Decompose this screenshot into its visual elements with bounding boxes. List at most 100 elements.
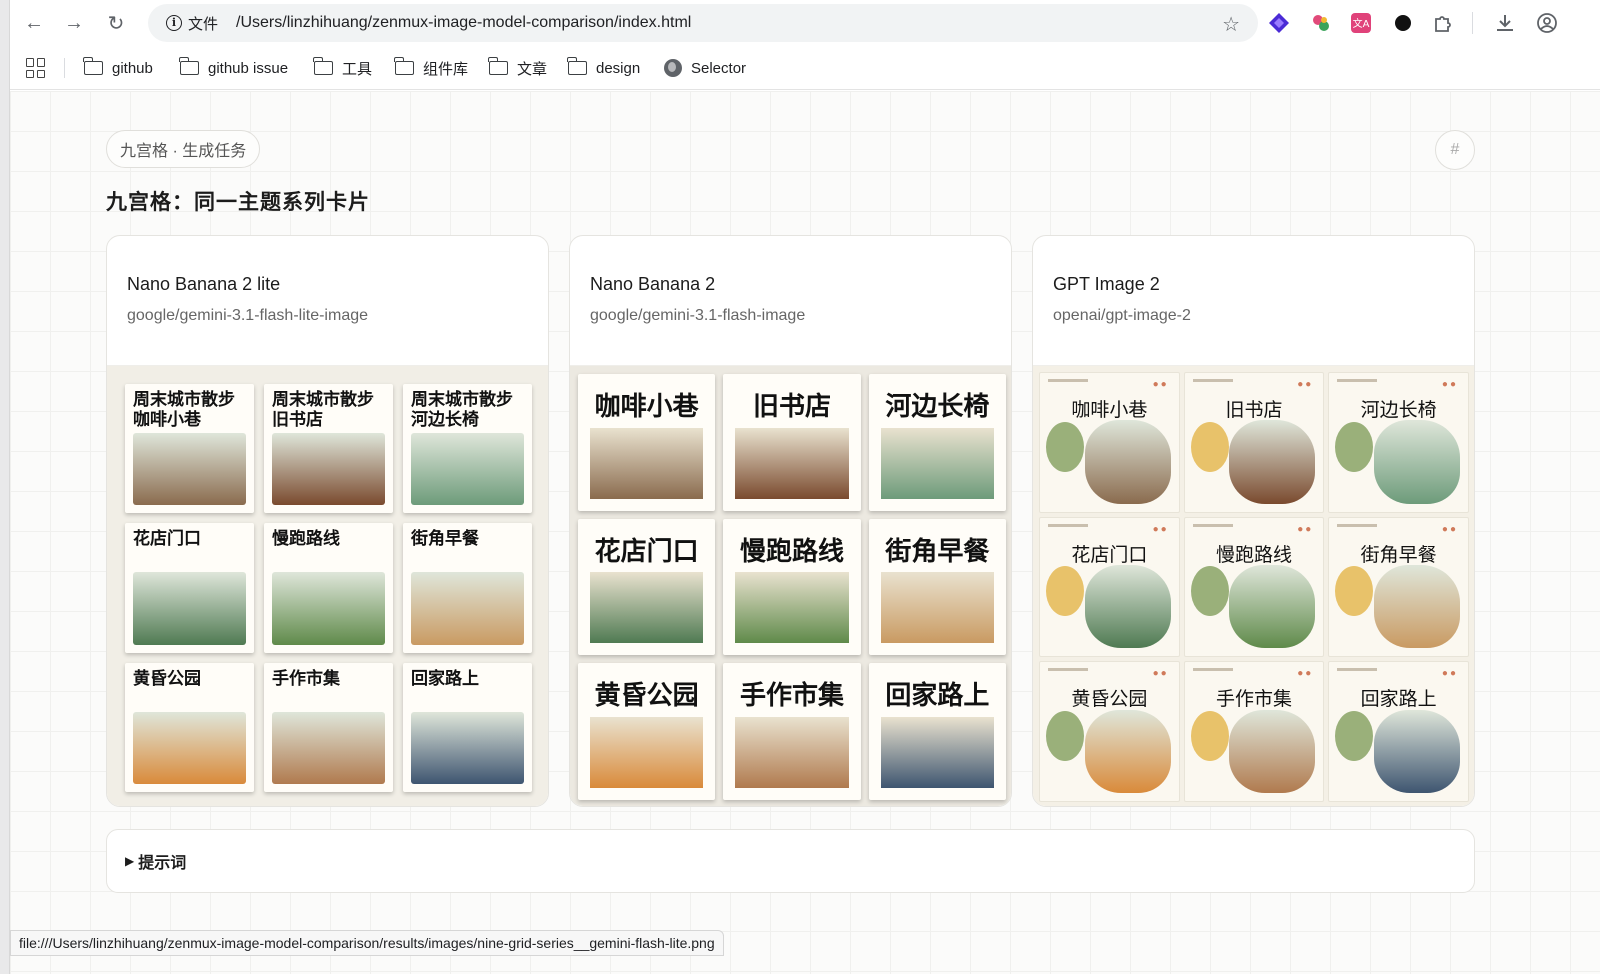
download-icon[interactable] — [1492, 10, 1518, 36]
grid-tile: 周末城市散步 旧书店 — [264, 384, 393, 514]
reload-icon[interactable]: ↻ — [102, 9, 130, 37]
tile-illustration — [590, 716, 704, 788]
tile-label: 手作市集 — [1215, 688, 1292, 711]
extension-translate-icon[interactable]: 文A — [1348, 10, 1374, 36]
tile-illustration — [411, 432, 524, 506]
tile-label: 花店门口 — [1071, 543, 1148, 566]
prompt-toggle-label: 提示词 — [138, 855, 187, 872]
tile-illustration — [1084, 420, 1171, 504]
result-image-nano[interactable]: 咖啡小巷 旧书店 河边长椅 花店门口 慢跑路线 街角早餐 黄昏公园 手作市集 回家路上 — [570, 366, 1011, 806]
url-text[interactable]: /Users/linzhihuang/zenmux-image-model-co… — [236, 14, 691, 32]
tile-label: 慢跑路线 — [1215, 543, 1292, 566]
grid-tile: 花店门口 — [578, 518, 716, 656]
grid-tile: 街角早餐 — [403, 523, 532, 653]
result-image-gpt[interactable]: ●● 咖啡小巷 ●● 旧书店 ●● 河边长椅 ●● 花店门口 ●● 慢跑路线 ●● 街角早餐 ●● 黄昏公… — [1033, 366, 1474, 806]
tile-decoration — [1190, 421, 1229, 472]
grid-tile: 花店门口 — [125, 523, 254, 653]
task-tag-pill: 九宫格 · 生成任务 — [106, 130, 261, 168]
extensions-icon[interactable] — [1430, 10, 1456, 36]
tile-illustration — [735, 716, 849, 788]
tile-label: 周末城市散步 旧书店 — [272, 390, 374, 429]
bookmark-label: design — [596, 59, 641, 77]
tile-label: 周末城市散步 咖啡小巷 — [133, 390, 235, 429]
tile-dots-icon: ●● — [1152, 668, 1169, 680]
bookmark-github[interactable]: github — [83, 56, 153, 80]
grid-tile: 街角早餐 — [868, 518, 1006, 656]
bookmark-label: 文章 — [517, 60, 548, 78]
nine-grid: 周末城市散步 咖啡小巷 周末城市散步 旧书店 周末城市散步 河边长椅花店门口 慢跑路线… — [125, 384, 532, 792]
tile-label: 手作市集 — [272, 668, 340, 688]
bookmark-selector[interactable]: Selector — [664, 56, 746, 80]
forward-icon[interactable]: → — [60, 9, 88, 37]
disclosure-triangle-icon: ▶ — [125, 854, 135, 868]
status-bar-link: file:///Users/linzhihuang/zenmux-image-m… — [10, 930, 724, 956]
nine-grid: 咖啡小巷 旧书店 河边长椅 花店门口 慢跑路线 街角早餐 黄昏公园 手作市集 回家路上 — [578, 374, 1006, 800]
anchor-link-button[interactable]: # — [1435, 130, 1475, 170]
toolbar-divider — [1472, 12, 1473, 34]
card-header: Nano Banana 2 lite google/gemini-3.1-fla… — [107, 236, 548, 366]
folder-icon — [313, 57, 333, 75]
tile-series-caption — [1337, 668, 1378, 672]
tile-decoration — [1046, 711, 1084, 761]
grid-tile: ●● 旧书店 — [1183, 372, 1325, 513]
apps-grid-icon[interactable] — [26, 58, 46, 78]
tile-decoration — [1046, 566, 1084, 617]
grid-tile: 咖啡小巷 — [578, 374, 716, 511]
bookmark-design[interactable]: design — [567, 56, 641, 80]
model-id: google/gemini-3.1-flash-lite-image — [127, 307, 369, 324]
tile-dots-icon: ●● — [1297, 523, 1314, 535]
grid-tile: ●● 河边长椅 — [1328, 372, 1469, 513]
nine-grid: ●● 咖啡小巷 ●● 旧书店 ●● 河边长椅 ●● 花店门口 ●● 慢跑路线 ●● 街角早餐 ●● 黄昏公… — [1039, 372, 1469, 802]
tile-illustration — [1229, 565, 1316, 649]
model-card-gpt: GPT Image 2 openai/gpt-image-2 ●● 咖啡小巷 ●● 旧… — [1032, 235, 1475, 807]
tile-illustration — [1374, 565, 1460, 649]
bookmark-articles[interactable]: 文章 — [488, 56, 548, 80]
bookmark-star-icon[interactable]: ☆ — [1222, 12, 1240, 37]
tile-label: 花店门口 — [594, 536, 699, 567]
tile-illustration — [272, 711, 385, 784]
model-card-lite: Nano Banana 2 lite google/gemini-3.1-fla… — [106, 235, 549, 807]
tile-label: 街角早餐 — [411, 529, 479, 549]
tile-decoration — [1190, 566, 1229, 617]
tile-illustration — [411, 572, 524, 645]
grid-tile: 手作市集 — [264, 662, 393, 792]
tile-label: 慢跑路线 — [739, 536, 844, 567]
grid-tile: 周末城市散步 河边长椅 — [403, 384, 532, 514]
result-image-lite[interactable]: 周末城市散步 咖啡小巷 周末城市散步 旧书店 周末城市散步 河边长椅花店门口 慢跑路线… — [107, 366, 548, 806]
bookmark-tools[interactable]: 工具 — [313, 56, 372, 80]
site-info-label: 文件 — [188, 15, 219, 33]
tile-label: 慢跑路线 — [272, 529, 340, 549]
grid-tile: 慢跑路线 — [264, 523, 393, 653]
bookmark-github-issue[interactable]: github issue — [179, 56, 288, 80]
tile-illustration — [1084, 565, 1171, 649]
tile-series-caption — [1048, 379, 1088, 382]
extension-diamond-icon[interactable] — [1266, 10, 1292, 36]
grid-tile: 河边长椅 — [868, 374, 1006, 511]
tile-label: 旧书店 — [752, 392, 831, 422]
back-icon[interactable]: ← — [20, 9, 48, 37]
grid-tile: 黄昏公园 — [578, 663, 716, 800]
tile-illustration — [1374, 709, 1460, 793]
grid-tile: ●● 咖啡小巷 — [1039, 372, 1180, 513]
address-bar[interactable]: i 文件 /Users/linzhihuang/zenmux-image-mod… — [148, 4, 1258, 42]
model-name: Nano Banana 2 lite — [127, 274, 281, 294]
bookmark-components[interactable]: 组件库 — [394, 56, 468, 80]
tile-series-caption — [1192, 523, 1233, 527]
extension-circle-icon[interactable] — [1390, 10, 1416, 36]
tile-label: 回家路上 — [885, 681, 990, 712]
site-info-chip[interactable]: i 文件 — [158, 9, 226, 37]
tile-illustration — [411, 711, 524, 784]
tile-illustration — [880, 572, 994, 644]
profile-icon[interactable] — [1534, 10, 1560, 36]
prompt-disclosure[interactable]: ▶ 提示词 — [106, 829, 1475, 893]
tile-illustration — [1084, 709, 1171, 793]
tile-dots-icon: ●● — [1297, 379, 1314, 390]
model-id: openai/gpt-image-2 — [1053, 307, 1191, 324]
extension-puzzle-color-icon[interactable] — [1308, 10, 1334, 36]
info-icon: i — [166, 15, 182, 31]
tile-decoration — [1046, 421, 1084, 472]
bookmark-label: github — [112, 59, 153, 77]
tile-series-caption — [1048, 668, 1088, 672]
tile-label: 回家路上 — [1360, 688, 1437, 711]
tile-label: 黄昏公园 — [1071, 688, 1148, 711]
